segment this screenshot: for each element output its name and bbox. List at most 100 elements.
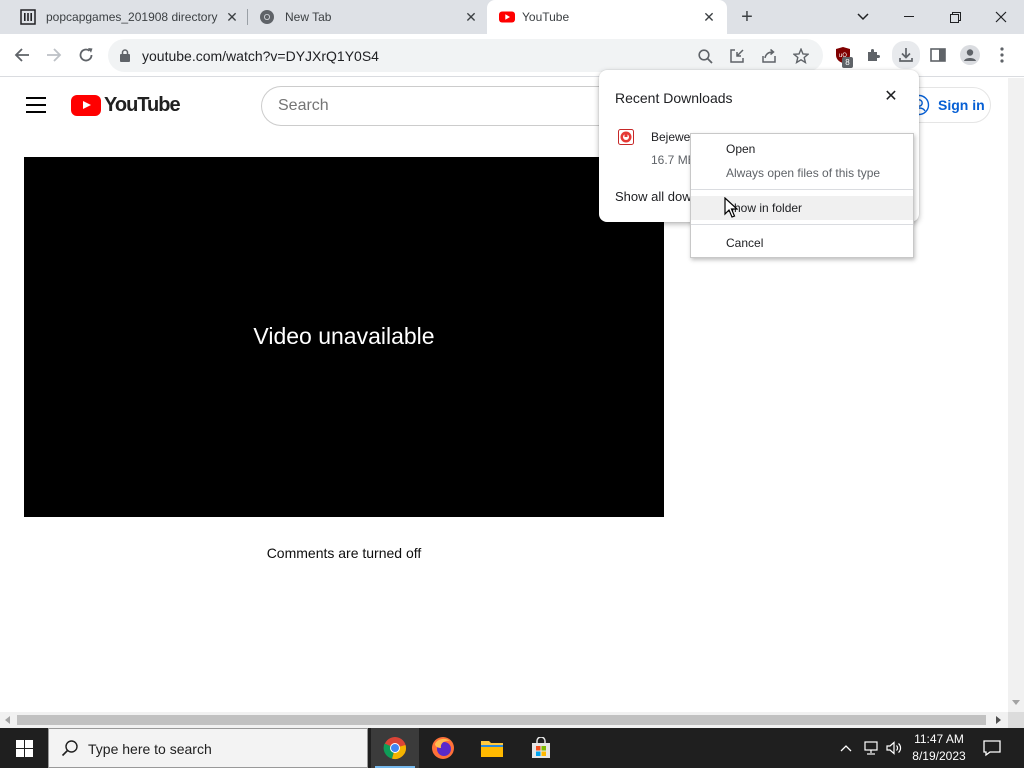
- download-file-name[interactable]: Bejeweled: [651, 130, 691, 144]
- close-icon[interactable]: ✕: [463, 9, 479, 25]
- extensions-button[interactable]: [862, 43, 886, 67]
- ublock-extension-button[interactable]: uO 8: [831, 43, 855, 68]
- archive-icon: [20, 9, 36, 25]
- network-button[interactable]: [863, 740, 879, 756]
- tab-popcapgames[interactable]: popcapgames_201908 directory ✕: [8, 0, 246, 34]
- guide-menu-button[interactable]: [26, 97, 46, 113]
- network-icon: [864, 741, 878, 755]
- taskbar-clock[interactable]: 11:47 AM 8/19/2023: [906, 731, 972, 765]
- star-icon: [793, 48, 809, 64]
- share-button[interactable]: [760, 47, 778, 65]
- profile-button[interactable]: [958, 43, 982, 67]
- menu-item-open[interactable]: Open: [691, 137, 913, 161]
- side-panel-button[interactable]: [926, 43, 950, 67]
- chevron-up-icon: [840, 745, 852, 752]
- close-icon[interactable]: ✕: [224, 9, 240, 25]
- tab-title: New Tab: [285, 10, 332, 24]
- video-player[interactable]: Video unavailable: [24, 157, 664, 517]
- horizontal-scrollbar[interactable]: [0, 712, 1008, 728]
- close-window-button[interactable]: [978, 0, 1024, 34]
- chrome-icon: [260, 10, 274, 24]
- scrollbar-corner: [1008, 712, 1024, 728]
- store-icon: [532, 737, 550, 758]
- search-icon: [697, 48, 713, 64]
- taskbar-firefox[interactable]: [419, 728, 467, 768]
- clock-time: 11:47 AM: [914, 732, 964, 746]
- mouse-cursor-icon: [724, 197, 738, 218]
- back-button[interactable]: [10, 43, 34, 67]
- taskbar-search-box[interactable]: Type here to search: [48, 728, 368, 768]
- minimize-icon: [904, 16, 914, 17]
- forward-button[interactable]: [42, 43, 66, 67]
- show-hidden-icons-button[interactable]: [838, 740, 854, 756]
- close-icon: [995, 11, 1007, 23]
- tab-youtube[interactable]: YouTube ✕: [487, 0, 727, 34]
- notification-center-icon[interactable]: [982, 738, 1002, 758]
- youtube-icon: [499, 11, 515, 23]
- search-input[interactable]: [278, 97, 598, 115]
- zoom-search-button[interactable]: [696, 47, 714, 65]
- youtube-logo[interactable]: YouTube: [71, 94, 181, 117]
- chrome-icon: [383, 737, 406, 759]
- close-icon[interactable]: ✕: [882, 88, 900, 106]
- install-app-button[interactable]: [728, 47, 746, 65]
- hamburger-line: [26, 104, 46, 106]
- minimize-button[interactable]: [886, 0, 932, 34]
- menu-item-always-open[interactable]: Always open files of this type: [691, 161, 913, 185]
- show-all-downloads-link[interactable]: Show all downloads: [615, 189, 691, 204]
- download-file-size: 16.7 MB: [651, 153, 691, 167]
- taskbar-search-placeholder: Type here to search: [88, 741, 212, 757]
- scrollbar-thumb[interactable]: [17, 715, 986, 725]
- arrow-right-icon: [47, 48, 62, 62]
- speaker-icon: [886, 741, 902, 755]
- tab-search-button[interactable]: [840, 0, 886, 34]
- menu-item-cancel[interactable]: Cancel: [691, 231, 913, 255]
- tab-title: popcapgames_201908 directory: [46, 10, 218, 24]
- taskbar-microsoft-store[interactable]: [517, 728, 565, 768]
- taskbar-chrome[interactable]: [371, 728, 419, 768]
- start-button[interactable]: [0, 728, 48, 768]
- vertical-scrollbar[interactable]: [1008, 78, 1024, 712]
- firefox-icon: [432, 737, 454, 759]
- file-type-icon: [618, 129, 634, 145]
- downloads-header: Recent Downloads: [615, 90, 733, 106]
- reload-icon: [79, 48, 93, 62]
- scroll-down-arrow[interactable]: [1012, 700, 1020, 705]
- scroll-left-arrow[interactable]: [5, 716, 10, 724]
- install-icon: [730, 49, 744, 63]
- new-tab-button[interactable]: +: [737, 7, 757, 27]
- lock-icon: [120, 49, 130, 62]
- menu-button[interactable]: [990, 43, 1014, 67]
- search-icon: [61, 740, 78, 757]
- arrow-left-icon: [14, 48, 29, 62]
- hamburger-line: [26, 97, 46, 99]
- taskbar-file-explorer[interactable]: [468, 728, 516, 768]
- side-panel-icon: [930, 48, 946, 62]
- windows-taskbar: Type here to search 11:47 AM 8/19/2023: [0, 728, 1024, 768]
- tab-title: YouTube: [522, 10, 570, 24]
- windows-logo-icon: [15, 739, 33, 757]
- restore-button[interactable]: [932, 0, 978, 34]
- comments-status: Comments are turned off: [266, 545, 422, 561]
- close-icon[interactable]: ✕: [701, 9, 717, 25]
- folder-icon: [481, 741, 503, 757]
- kebab-menu-icon: [1000, 47, 1004, 63]
- puzzle-icon: [868, 49, 880, 61]
- bookmark-button[interactable]: [792, 47, 810, 65]
- youtube-play-icon: [71, 95, 101, 116]
- clock-date: 8/19/2023: [912, 749, 966, 763]
- sign-in-label: Sign in: [938, 97, 985, 113]
- scroll-right-arrow[interactable]: [996, 716, 1001, 724]
- share-icon: [762, 48, 776, 63]
- menu-separator: [691, 224, 913, 225]
- downloads-button[interactable]: [892, 41, 920, 69]
- chevron-down-icon: [857, 13, 869, 21]
- tab-new-tab[interactable]: New Tab ✕: [247, 0, 485, 34]
- reload-button[interactable]: [74, 43, 98, 67]
- hamburger-line: [26, 111, 46, 113]
- address-bar[interactable]: youtube.com/watch?v=DYJXrQ1Y0S4: [108, 39, 823, 72]
- url-text: youtube.com/watch?v=DYJXrQ1Y0S4: [142, 48, 379, 64]
- menu-separator: [691, 189, 913, 190]
- tab-strip: popcapgames_201908 directory ✕ New Tab ✕…: [0, 0, 1024, 34]
- volume-button[interactable]: [886, 740, 902, 756]
